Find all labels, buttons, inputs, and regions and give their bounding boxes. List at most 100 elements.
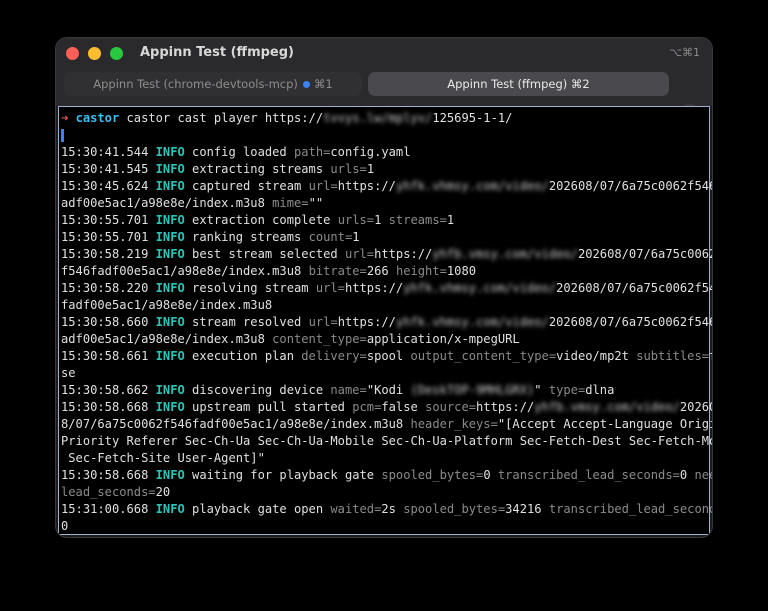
- tab-bar: Appinn Test (chrome-devtools-mcp) ⌘1 Appi…: [56, 70, 712, 130]
- command-text: castor cast player https://: [119, 111, 324, 125]
- log-text: 15:30:55.701: [61, 230, 156, 244]
- log-line: f546fadf00e5ac1/a98e8e/index.m3u8 bitrat…: [61, 263, 709, 280]
- log-text: 1: [366, 162, 375, 176]
- log-text: 1: [352, 230, 360, 244]
- log-key: delivery=: [301, 349, 367, 363]
- log-text: 20260: [679, 400, 712, 414]
- log-level: INFO: [155, 468, 185, 482]
- log-line: Sec-Fetch-Site User-Agent]": [61, 450, 709, 467]
- log-line: 15:30:58.668 INFO upstream pull started …: [61, 399, 712, 416]
- prompt-line: ➜ castor castor cast player https://tvvy…: [61, 110, 709, 127]
- window-title: Appinn Test (ffmpeg): [140, 45, 294, 60]
- log-key: urls=: [337, 213, 375, 227]
- log-text: captured stream: [184, 179, 309, 193]
- log-key: subtitles=: [636, 349, 710, 363]
- terminal-window: Appinn Test (ffmpeg) ⌥⌘1 Appinn Test (ch…: [56, 38, 712, 537]
- log-level: INFO: [155, 349, 185, 363]
- minimize-button[interactable]: [88, 47, 101, 60]
- cursor-line: [61, 127, 709, 144]
- log-text: playback gate open: [184, 502, 331, 516]
- log-text: 15:30:58.220: [61, 281, 156, 295]
- zoom-button[interactable]: [110, 47, 123, 60]
- log-text: ": [534, 383, 549, 397]
- redacted-text: yhfb.vmsy.com/video/: [432, 247, 578, 261]
- log-text: ranking streams: [184, 230, 309, 244]
- log-text: 202608/07/6a75c0062f546f: [548, 179, 712, 193]
- log-text: spool: [366, 349, 411, 363]
- tab-ffmpeg[interactable]: Appinn Test (ffmpeg) ⌘2: [368, 72, 669, 96]
- log-line: fadf00e5ac1/a98e8e/index.m3u8: [61, 297, 709, 314]
- log-text: f546fadf00e5ac1/a98e8e/index.m3u8: [61, 264, 309, 278]
- log-line: 15:30:58.660 INFO stream resolved url=ht…: [61, 314, 712, 331]
- log-level: INFO: [155, 162, 185, 176]
- log-key: urls=: [330, 162, 367, 176]
- log-level: INFO: [155, 230, 185, 244]
- log-key: source=: [425, 400, 477, 414]
- log-text: 15:30:58.661: [61, 349, 156, 363]
- log-level: INFO: [155, 281, 185, 295]
- log-line: 8/07/6a75c0062f546fadf00e5ac1/a98e8e/ind…: [61, 416, 712, 433]
- redacted-text: yhfk.vhmsy.com/video/: [403, 281, 557, 295]
- log-output: 15:30:41.544 INFO config loaded path=con…: [61, 144, 712, 535]
- log-line: 15:30:55.701 INFO extraction complete ur…: [61, 212, 709, 229]
- redacted-host: tvvys.lw/mplyv/: [323, 111, 433, 125]
- log-text: application/x-mpegURL: [366, 332, 520, 346]
- redacted-text: (DeskTOP-9MHLGRX): [410, 383, 535, 397]
- log-line: 15:31:00.668 INFO playback gate open wai…: [61, 501, 712, 518]
- log-text: waiting for playback gate: [184, 468, 382, 482]
- log-text: https://: [337, 315, 396, 329]
- log-text: 266: [366, 264, 396, 278]
- log-text: 15:31:00.668: [61, 502, 156, 516]
- log-key: url=: [308, 315, 338, 329]
- log-text: 20: [155, 485, 171, 499]
- log-line: 15:30:58.668 INFO waiting for playback g…: [61, 467, 712, 484]
- log-text: false: [381, 400, 426, 414]
- log-key: spooled_bytes=: [381, 468, 484, 482]
- log-key: mime=: [272, 196, 309, 210]
- log-text: "Kodi: [366, 383, 411, 397]
- log-line: 15:30:41.545 INFO extracting streams url…: [61, 161, 709, 178]
- log-key: header_keys=: [410, 417, 498, 431]
- log-text: 15:30:55.701: [61, 213, 156, 227]
- log-text: Sec-Fetch-Site User-Agent]": [61, 451, 265, 465]
- terminal-output[interactable]: ➜ castor castor cast player https://tvvy…: [58, 106, 712, 535]
- log-text: extracting streams: [184, 162, 331, 176]
- prompt-dir: castor: [75, 111, 120, 125]
- log-text: 0: [483, 468, 498, 482]
- log-text: video/mp2t: [556, 349, 637, 363]
- log-level: INFO: [155, 213, 185, 227]
- log-text: dlna: [585, 383, 615, 397]
- log-key: url=: [344, 247, 375, 261]
- log-text: Priority Referer Sec-Ch-Ua Sec-Ch-Ua-Mob…: [61, 434, 712, 448]
- redacted-text: yhfk.vhmsy.com/video/: [395, 179, 549, 193]
- log-line: 0: [61, 518, 709, 535]
- log-line: se: [61, 365, 709, 382]
- log-text: 15:30:58.662: [61, 383, 156, 397]
- log-text: 2s: [381, 502, 404, 516]
- log-text: 8/07/6a75c0062f546fadf00e5ac1/a98e8e/ind…: [61, 417, 411, 431]
- tab-chrome-devtools-mcp[interactable]: Appinn Test (chrome-devtools-mcp) ⌘1: [64, 72, 362, 96]
- log-line: 15:30:58.662 INFO discovering device nam…: [61, 382, 709, 399]
- log-text: 15:30:58.668: [61, 468, 156, 482]
- log-key: path=: [294, 145, 331, 159]
- log-key: need_: [694, 468, 712, 482]
- log-text: config loaded: [184, 145, 294, 159]
- log-text: extraction complete: [184, 213, 338, 227]
- log-level: INFO: [155, 400, 185, 414]
- log-text: 0: [61, 519, 69, 533]
- log-line: 15:30:45.624 INFO captured stream url=ht…: [61, 178, 712, 195]
- log-text: 15:30:58.660: [61, 315, 156, 329]
- log-text: execution plan: [184, 349, 302, 363]
- log-key: count=: [308, 230, 353, 244]
- activity-dot-icon: [302, 80, 310, 88]
- log-text: https://: [337, 179, 396, 193]
- log-text: 202608/07/6a75c0062f546f: [548, 315, 712, 329]
- log-level: INFO: [155, 179, 185, 193]
- log-line: 15:30:55.701 INFO ranking streams count=…: [61, 229, 709, 246]
- log-key: url=: [315, 281, 345, 295]
- log-line: 15:30:58.661 INFO execution plan deliver…: [61, 348, 712, 365]
- log-text: 15:30:58.219: [61, 247, 156, 261]
- log-level: INFO: [155, 247, 185, 261]
- log-text: "[Accept Accept-Language Origin: [497, 417, 712, 431]
- close-button[interactable]: [66, 47, 79, 60]
